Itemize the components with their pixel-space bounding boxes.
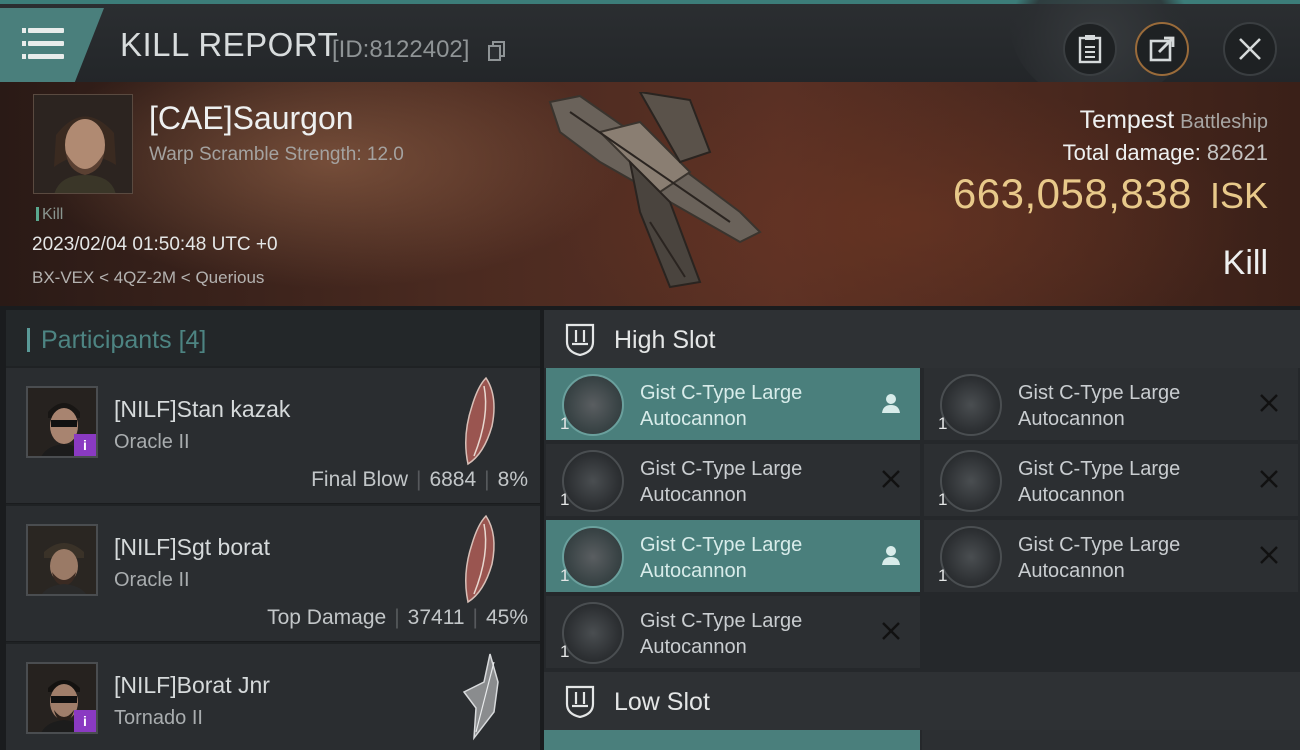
autocannon-icon bbox=[940, 374, 1002, 436]
kill-datetime: 2023/02/04 01:50:48 UTC +0 bbox=[32, 234, 278, 255]
clipboard-icon bbox=[1078, 35, 1102, 64]
report-id: [ID:8122402] bbox=[332, 36, 470, 63]
low-slot-module-partial[interactable] bbox=[922, 730, 1300, 750]
module-name: Gist C-Type Large Autocannon bbox=[640, 610, 803, 658]
module-slot[interactable]: 1 Gist C-Type Large Autocannon bbox=[924, 368, 1298, 440]
autocannon-icon bbox=[562, 602, 624, 664]
victim-portrait[interactable] bbox=[33, 94, 133, 194]
destroyed-x-icon bbox=[882, 622, 900, 640]
high-slot-label: High Slot bbox=[614, 326, 716, 354]
participant-ship: Tornado II bbox=[114, 707, 203, 729]
top-bar: KILL REPORT [ID:8122402] bbox=[0, 0, 1300, 104]
close-icon bbox=[1239, 38, 1261, 60]
module-quantity: 1 bbox=[560, 566, 570, 585]
participant-name: [NILF]Borat Jnr bbox=[114, 672, 270, 698]
module-slot[interactable]: 1 Gist C-Type Large Autocannon bbox=[546, 596, 920, 668]
participant-row[interactable]: [NILF]Sgt borat Oracle II Top Damage | 374… bbox=[6, 506, 540, 642]
high-slot-header: High Slot bbox=[544, 310, 1300, 368]
fitting-panel: High Slot 1 Gist C-Type Large Autocannon… bbox=[544, 310, 1300, 750]
copy-icon[interactable] bbox=[488, 41, 506, 61]
autocannon-icon bbox=[562, 526, 624, 588]
destroyed-x-icon bbox=[882, 470, 900, 488]
kill-location[interactable]: BX-VEX < 4QZ-2M < Querious bbox=[32, 268, 264, 288]
module-slot[interactable]: 1 Gist C-Type Large Autocannon bbox=[546, 520, 920, 592]
oracle-ship-icon bbox=[465, 514, 495, 604]
total-damage: Total damage: 82621 bbox=[1062, 140, 1268, 165]
module-quantity: 1 bbox=[560, 642, 570, 661]
autocannon-icon bbox=[562, 450, 624, 512]
module-quantity: 1 bbox=[560, 414, 570, 433]
participant-name: [NILF]Sgt borat bbox=[114, 534, 270, 560]
share-icon bbox=[1149, 36, 1175, 62]
module-name: Gist C-Type Large Autocannon bbox=[1018, 382, 1181, 430]
participant-ship: Oracle II bbox=[114, 569, 190, 591]
page-title: KILL REPORT bbox=[120, 26, 339, 63]
clipboard-button[interactable] bbox=[1063, 22, 1117, 76]
kill-tag: Kill bbox=[36, 206, 63, 224]
menu-button[interactable] bbox=[0, 8, 104, 82]
victim-banner: [CAE]Saurgon Warp Scramble Strength: 12.… bbox=[0, 82, 1300, 306]
destroyed-x-icon bbox=[1260, 470, 1278, 488]
module-quantity: 1 bbox=[938, 566, 948, 585]
isk-value: 663,058,838 ISK bbox=[952, 170, 1268, 217]
module-slot[interactable]: 1 Gist C-Type Large Autocannon bbox=[924, 520, 1298, 592]
tornado-ship-icon bbox=[462, 653, 499, 741]
module-name: Gist C-Type Large Autocannon bbox=[640, 534, 803, 582]
module-slot[interactable]: 1 Gist C-Type Large Autocannon bbox=[546, 444, 920, 516]
destroyed-x-icon bbox=[1260, 546, 1278, 564]
participant-ship: Oracle II bbox=[114, 431, 190, 453]
corp-badge: i bbox=[74, 710, 96, 732]
low-slot-label: Low Slot bbox=[614, 688, 710, 716]
low-slot-module-partial[interactable] bbox=[544, 730, 920, 750]
victim-name: [CAE]Saurgon bbox=[149, 100, 354, 136]
dropped-person-icon bbox=[882, 394, 900, 413]
participants-panel: Participants [4] i [NILF]Stan kazak Orac… bbox=[6, 310, 540, 750]
close-button[interactable] bbox=[1223, 22, 1277, 76]
module-name: Gist C-Type Large Autocannon bbox=[1018, 458, 1181, 506]
participant-name: [NILF]Stan kazak bbox=[114, 396, 291, 422]
oracle-ship-icon bbox=[465, 376, 495, 466]
participants-label: Participants bbox=[41, 326, 172, 354]
low-slot-header: Low Slot bbox=[544, 672, 1300, 730]
module-name: Gist C-Type Large Autocannon bbox=[640, 382, 803, 430]
module-name: Gist C-Type Large Autocannon bbox=[1018, 534, 1181, 582]
module-slot[interactable]: 1 Gist C-Type Large Autocannon bbox=[924, 444, 1298, 516]
dropped-person-icon bbox=[882, 546, 900, 565]
autocannon-icon bbox=[940, 526, 1002, 588]
participant-stats: Top Damage | 37411 | 45% bbox=[267, 606, 528, 629]
participants-count: [4] bbox=[178, 326, 207, 354]
victim-ship: Tempest Battleship bbox=[1079, 106, 1268, 134]
kill-result: Kill bbox=[1222, 244, 1268, 282]
victim-ship-image bbox=[548, 92, 762, 289]
destroyed-x-icon bbox=[1260, 394, 1278, 412]
high-slot-icon bbox=[565, 323, 595, 356]
module-slot[interactable]: 1 Gist C-Type Large Autocannon bbox=[546, 368, 920, 440]
high-slot-modules: 1 Gist C-Type Large Autocannon 1 Gist C-… bbox=[544, 368, 1300, 672]
corp-badge: i bbox=[74, 434, 96, 456]
autocannon-icon bbox=[940, 450, 1002, 512]
low-slot-icon bbox=[565, 685, 595, 718]
participants-header: Participants [4] bbox=[6, 310, 540, 366]
module-quantity: 1 bbox=[560, 490, 570, 509]
participant-stats: Final Blow | 6884 | 8% bbox=[311, 468, 528, 491]
module-name: Gist C-Type Large Autocannon bbox=[640, 458, 803, 506]
share-button[interactable] bbox=[1135, 22, 1189, 76]
module-quantity: 1 bbox=[938, 414, 948, 433]
module-quantity: 1 bbox=[938, 490, 948, 509]
autocannon-icon bbox=[562, 374, 624, 436]
participant-row[interactable]: i [NILF]Borat Jnr Tornado II bbox=[6, 644, 540, 750]
avatar[interactable] bbox=[26, 524, 98, 596]
warp-scramble-strength: Warp Scramble Strength: 12.0 bbox=[149, 144, 404, 165]
participant-row[interactable]: i [NILF]Stan kazak Oracle II Final Blow |… bbox=[6, 368, 540, 504]
